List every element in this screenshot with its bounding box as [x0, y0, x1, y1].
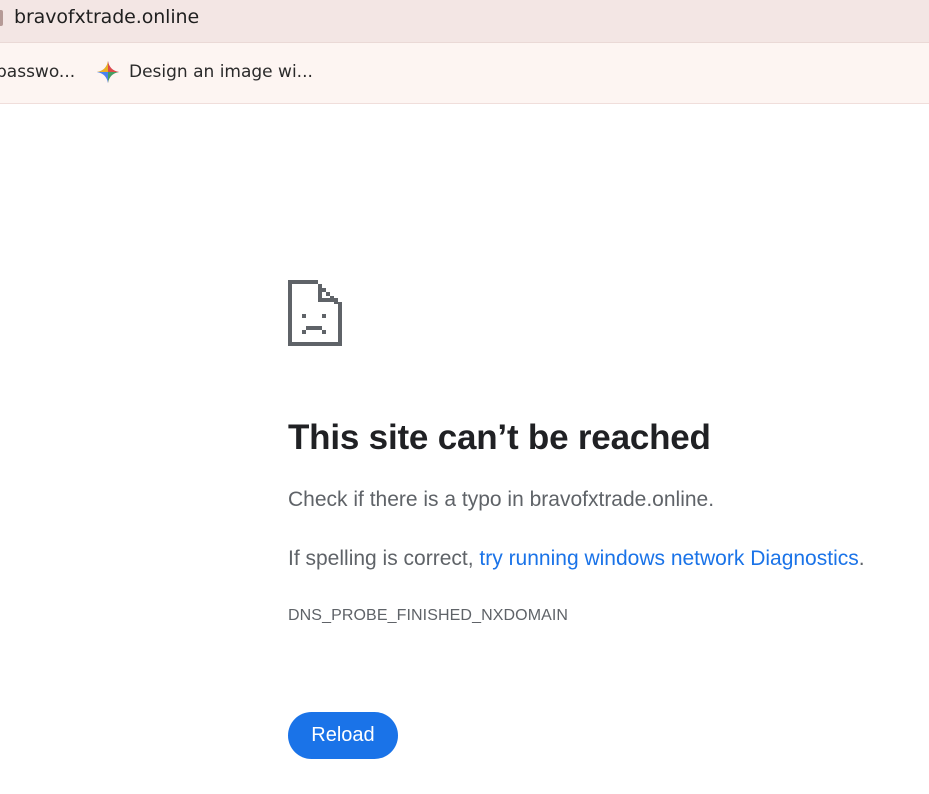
- address-bar[interactable]: bravofxtrade.online: [0, 0, 929, 43]
- url-text[interactable]: bravofxtrade.online: [14, 6, 199, 28]
- reload-button[interactable]: Reload: [288, 712, 398, 759]
- error-heading: This site can’t be reached: [288, 418, 711, 457]
- sad-page-icon: [288, 280, 342, 346]
- diagnostics-link[interactable]: try running windows network Diagnostics: [479, 547, 858, 570]
- diagnostics-suffix: .: [858, 547, 865, 570]
- typo-hint: Check if there is a typo in bravofxtrade…: [288, 488, 715, 511]
- bookmark-label: Design an image wi...: [129, 62, 313, 82]
- error-code: DNS_PROBE_FINISHED_NXDOMAIN: [288, 607, 569, 624]
- bookmark-label: passwo...: [0, 62, 76, 82]
- diagnostics-prefix: If spelling is correct,: [288, 547, 480, 570]
- site-info-icon[interactable]: [0, 10, 3, 26]
- sparkle-icon: [96, 60, 120, 84]
- bookmark-design-image[interactable]: Design an image wi...: [96, 60, 313, 84]
- bookmark-passwords[interactable]: passwo...: [0, 60, 75, 84]
- bookmarks-bar: passwo... Design an image wi...: [0, 43, 929, 104]
- diagnostics-hint: If spelling is correct, try running wind…: [288, 547, 865, 571]
